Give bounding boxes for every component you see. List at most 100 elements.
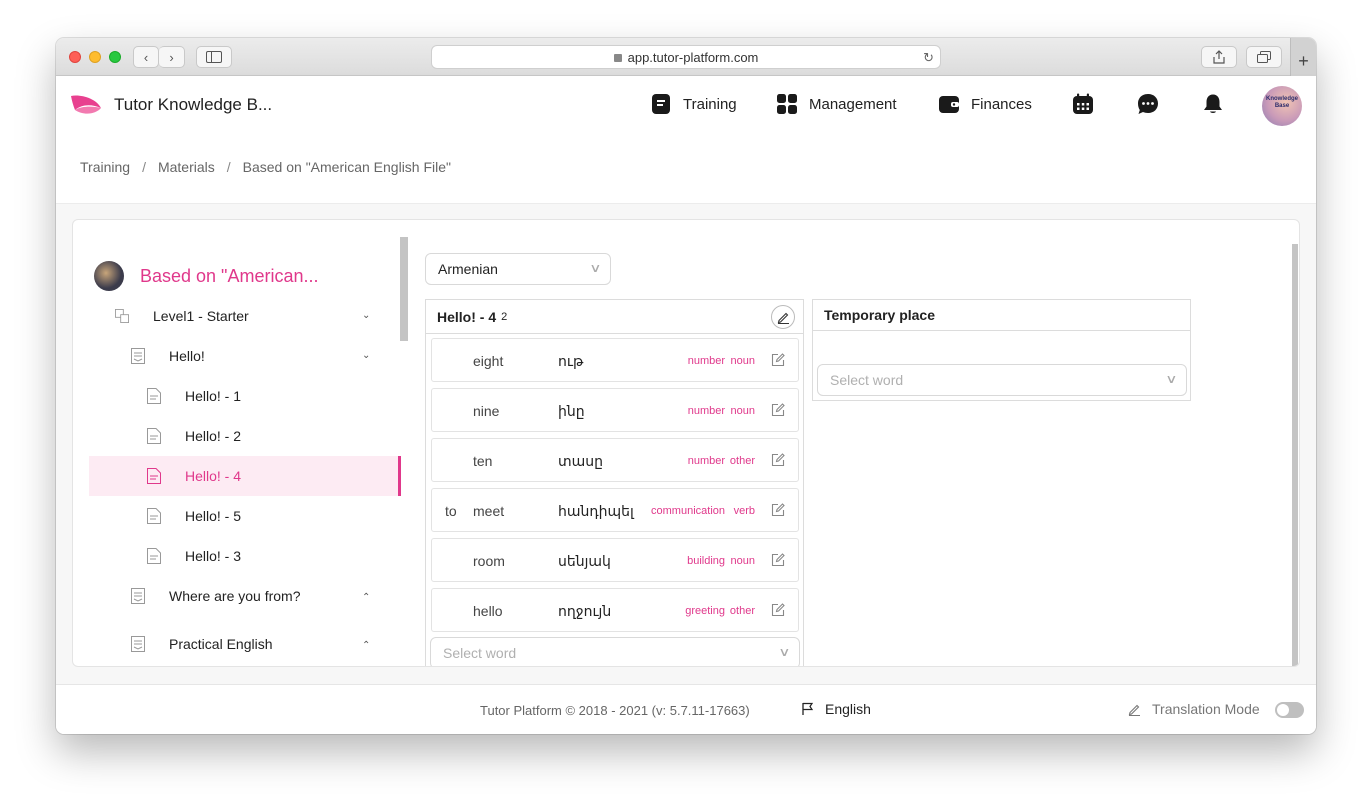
lesson-file-icon	[147, 548, 161, 564]
lesson-select-word[interactable]: Select word ∨	[430, 637, 800, 666]
word-row[interactable]: nine ինը number noun	[431, 388, 799, 432]
tree-unit[interactable]: Where are you from?	[131, 576, 381, 616]
edit-icon[interactable]	[771, 453, 785, 467]
tree-lesson-active[interactable]: Hello! - 4	[89, 456, 401, 496]
nav-finances[interactable]: Finances	[939, 94, 1032, 114]
unit-document-icon	[131, 588, 145, 604]
chevron-down-icon: ∨	[589, 261, 602, 275]
breadcrumb-materials[interactable]: Materials	[158, 159, 215, 175]
browser-toolbar: ‹ › app.tutor-platform.com ↻ +	[56, 38, 1316, 76]
language-switcher[interactable]: English	[801, 701, 871, 717]
temporary-select-word[interactable]: Select word ∨	[817, 364, 1187, 396]
word-row[interactable]: room սենյակ building noun	[431, 538, 799, 582]
language-select-value: Armenian	[438, 261, 498, 277]
reload-icon[interactable]: ↻	[923, 50, 934, 66]
word-english: ten	[473, 453, 493, 469]
tree-unit[interactable]: Practical English	[131, 624, 381, 664]
tree-lesson[interactable]: Hello! - 5	[147, 496, 387, 536]
wallet-icon	[939, 96, 959, 113]
language-label: English	[825, 701, 871, 717]
bell-icon[interactable]	[1202, 93, 1224, 115]
breadcrumb-current: Based on "American English File"	[242, 159, 452, 175]
tree-lesson[interactable]: Hello! - 3	[147, 536, 387, 576]
close-window-button[interactable]	[69, 51, 81, 63]
edit-icon[interactable]	[771, 603, 785, 617]
edit-icon[interactable]	[771, 353, 785, 367]
select-word-placeholder: Select word	[443, 645, 517, 661]
word-pos-tag[interactable]: verb	[734, 505, 755, 517]
pencil-icon	[777, 312, 789, 324]
tree-unit-label: Practical English	[169, 636, 273, 652]
word-translation: հանդիպել	[558, 503, 634, 519]
chevron-down-icon[interactable]: ⌄	[362, 310, 370, 321]
tree-lesson-label: Hello! - 2	[185, 428, 242, 444]
tree-lesson[interactable]: Hello! - 1	[147, 376, 387, 416]
chevron-down-icon: ∨	[778, 645, 791, 659]
temporary-panel-title: Temporary place	[824, 307, 936, 323]
material-tree: Based on "American... Level1 - Starter ⌄…	[73, 220, 409, 666]
new-tab-button[interactable]: +	[1290, 38, 1316, 76]
word-category-tag[interactable]: number	[688, 405, 725, 417]
tabs-icon	[1257, 51, 1271, 63]
word-translation: սենյակ	[558, 553, 611, 569]
word-row[interactable]: eight ութ number noun	[431, 338, 799, 382]
edit-icon[interactable]	[771, 503, 785, 517]
word-category-tag[interactable]: number	[688, 455, 725, 467]
edit-icon[interactable]	[771, 403, 785, 417]
word-category-tag[interactable]: greeting	[685, 605, 725, 617]
word-pos-tag[interactable]: other	[730, 605, 755, 617]
zoom-window-button[interactable]	[109, 51, 121, 63]
brand-name[interactable]: Tutor Knowledge B...	[114, 95, 272, 115]
tree-unit-label: Where are you from?	[169, 588, 301, 604]
address-bar[interactable]: app.tutor-platform.com ↻	[431, 45, 941, 69]
user-avatar[interactable]: Knowledge Base	[1262, 86, 1302, 126]
word-category-tag[interactable]: building	[687, 555, 725, 567]
word-english: hello	[473, 603, 503, 619]
breadcrumb-training[interactable]: Training	[80, 159, 130, 175]
word-prefix: to	[445, 503, 457, 519]
chevron-up-icon[interactable]: ⌃	[362, 640, 370, 651]
tree-level[interactable]: Level1 - Starter	[115, 296, 375, 336]
course-title[interactable]: Based on "American...	[140, 266, 318, 287]
tree-unit-hello[interactable]: Hello!	[131, 336, 381, 376]
feather-logo-icon[interactable]	[70, 94, 102, 116]
sidebar-icon	[206, 51, 222, 63]
word-pos-tag[interactable]: noun	[731, 405, 755, 417]
tree-scrollbar[interactable]	[400, 237, 408, 341]
sidebar-toggle-button[interactable]	[196, 46, 232, 68]
word-english: eight	[473, 353, 504, 369]
unit-document-icon	[131, 348, 145, 364]
chevron-down-icon[interactable]: ⌄	[362, 350, 370, 361]
word-row[interactable]: hello ողջույն greeting other	[431, 588, 799, 632]
minimize-window-button[interactable]	[89, 51, 101, 63]
forward-button[interactable]: ›	[159, 46, 185, 68]
chevron-down-icon: ∨	[1165, 372, 1178, 386]
language-select[interactable]: Armenian ∨	[425, 253, 611, 285]
word-pos-tag[interactable]: other	[730, 455, 755, 467]
tabs-overview-button[interactable]	[1246, 46, 1282, 68]
calendar-icon[interactable]	[1072, 93, 1094, 115]
translation-mode-toggle[interactable]	[1275, 702, 1304, 718]
select-word-placeholder: Select word	[830, 372, 904, 388]
word-pos-tag[interactable]: noun	[731, 555, 755, 567]
nav-training[interactable]: Training	[651, 94, 737, 114]
share-button[interactable]	[1201, 46, 1237, 68]
main-scrollbar[interactable]	[1292, 244, 1298, 666]
word-row[interactable]: ten տասը number other	[431, 438, 799, 482]
word-category-tag[interactable]: communication	[651, 505, 725, 517]
lesson-words-panel: Hello! - 4 2 eight ութ number noun nine ինը nu…	[425, 299, 804, 666]
edit-icon[interactable]	[771, 553, 785, 567]
word-row[interactable]: to meet հանդիպել communication verb	[431, 488, 799, 532]
temporary-place-panel: Temporary place Select word ∨	[812, 299, 1191, 401]
nav-management[interactable]: Management	[777, 94, 897, 114]
nav-management-label: Management	[809, 95, 897, 113]
edit-lesson-button[interactable]	[771, 305, 795, 329]
back-button[interactable]: ‹	[133, 46, 159, 68]
breadcrumb: Training / Materials / Based on "America…	[80, 159, 451, 175]
temporary-panel-header: Temporary place	[813, 300, 1190, 331]
word-pos-tag[interactable]: noun	[731, 355, 755, 367]
tree-lesson[interactable]: Hello! - 2	[147, 416, 387, 456]
word-category-tag[interactable]: number	[688, 355, 725, 367]
chevron-up-icon[interactable]: ⌃	[362, 592, 370, 603]
chat-icon[interactable]	[1137, 93, 1159, 115]
